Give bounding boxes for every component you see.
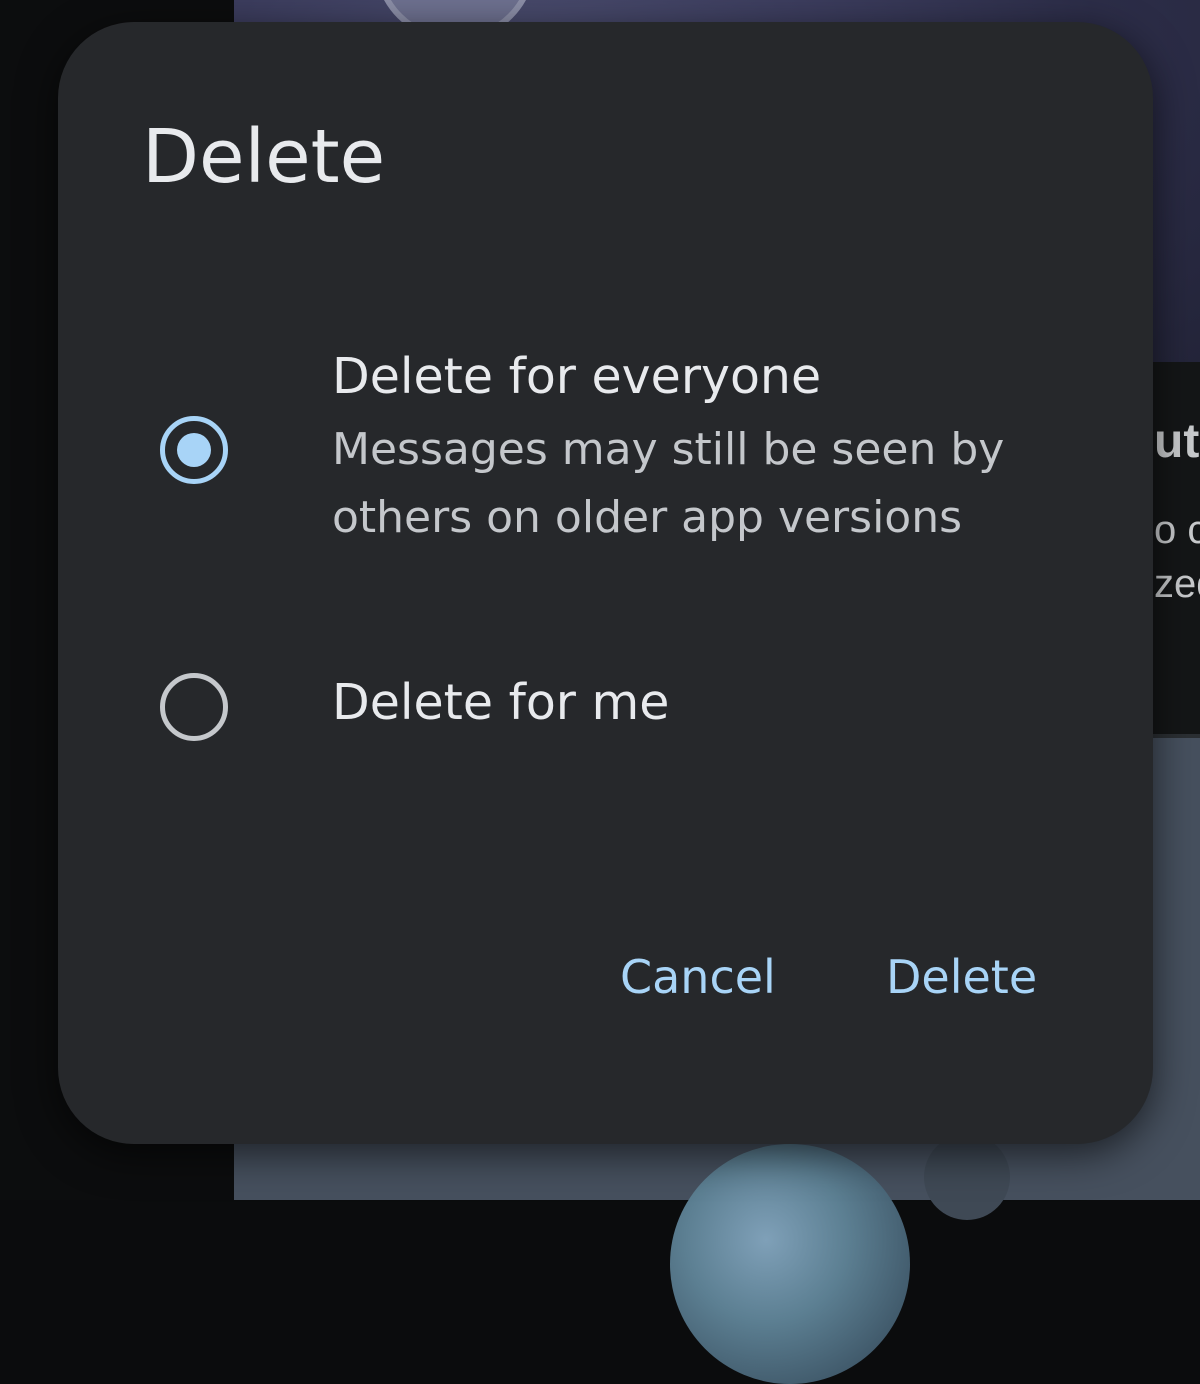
delete-button[interactable]: Delete: [886, 950, 1037, 1004]
dialog-title: Delete: [142, 114, 386, 200]
background-edit-button: [924, 1134, 1010, 1220]
cancel-button[interactable]: Cancel: [620, 950, 776, 1004]
background-peek-text: o c: [1154, 508, 1200, 552]
radio-dot: [177, 433, 211, 467]
background-content-strip: ute o c zed: [1150, 362, 1200, 734]
option-label: Delete for me: [332, 674, 670, 731]
delete-dialog: Delete Delete for everyone Messages may …: [58, 22, 1153, 1144]
option-description: Messages may still be seen by others on …: [332, 424, 1005, 543]
option-label: Delete for everyone: [332, 348, 822, 405]
background-peek-text: zed: [1154, 562, 1200, 606]
radio-unchecked-icon[interactable]: [160, 673, 228, 741]
background-peek-text: ute: [1154, 415, 1200, 468]
background-avatar: [670, 1144, 910, 1384]
radio-checked-icon[interactable]: [160, 416, 228, 484]
